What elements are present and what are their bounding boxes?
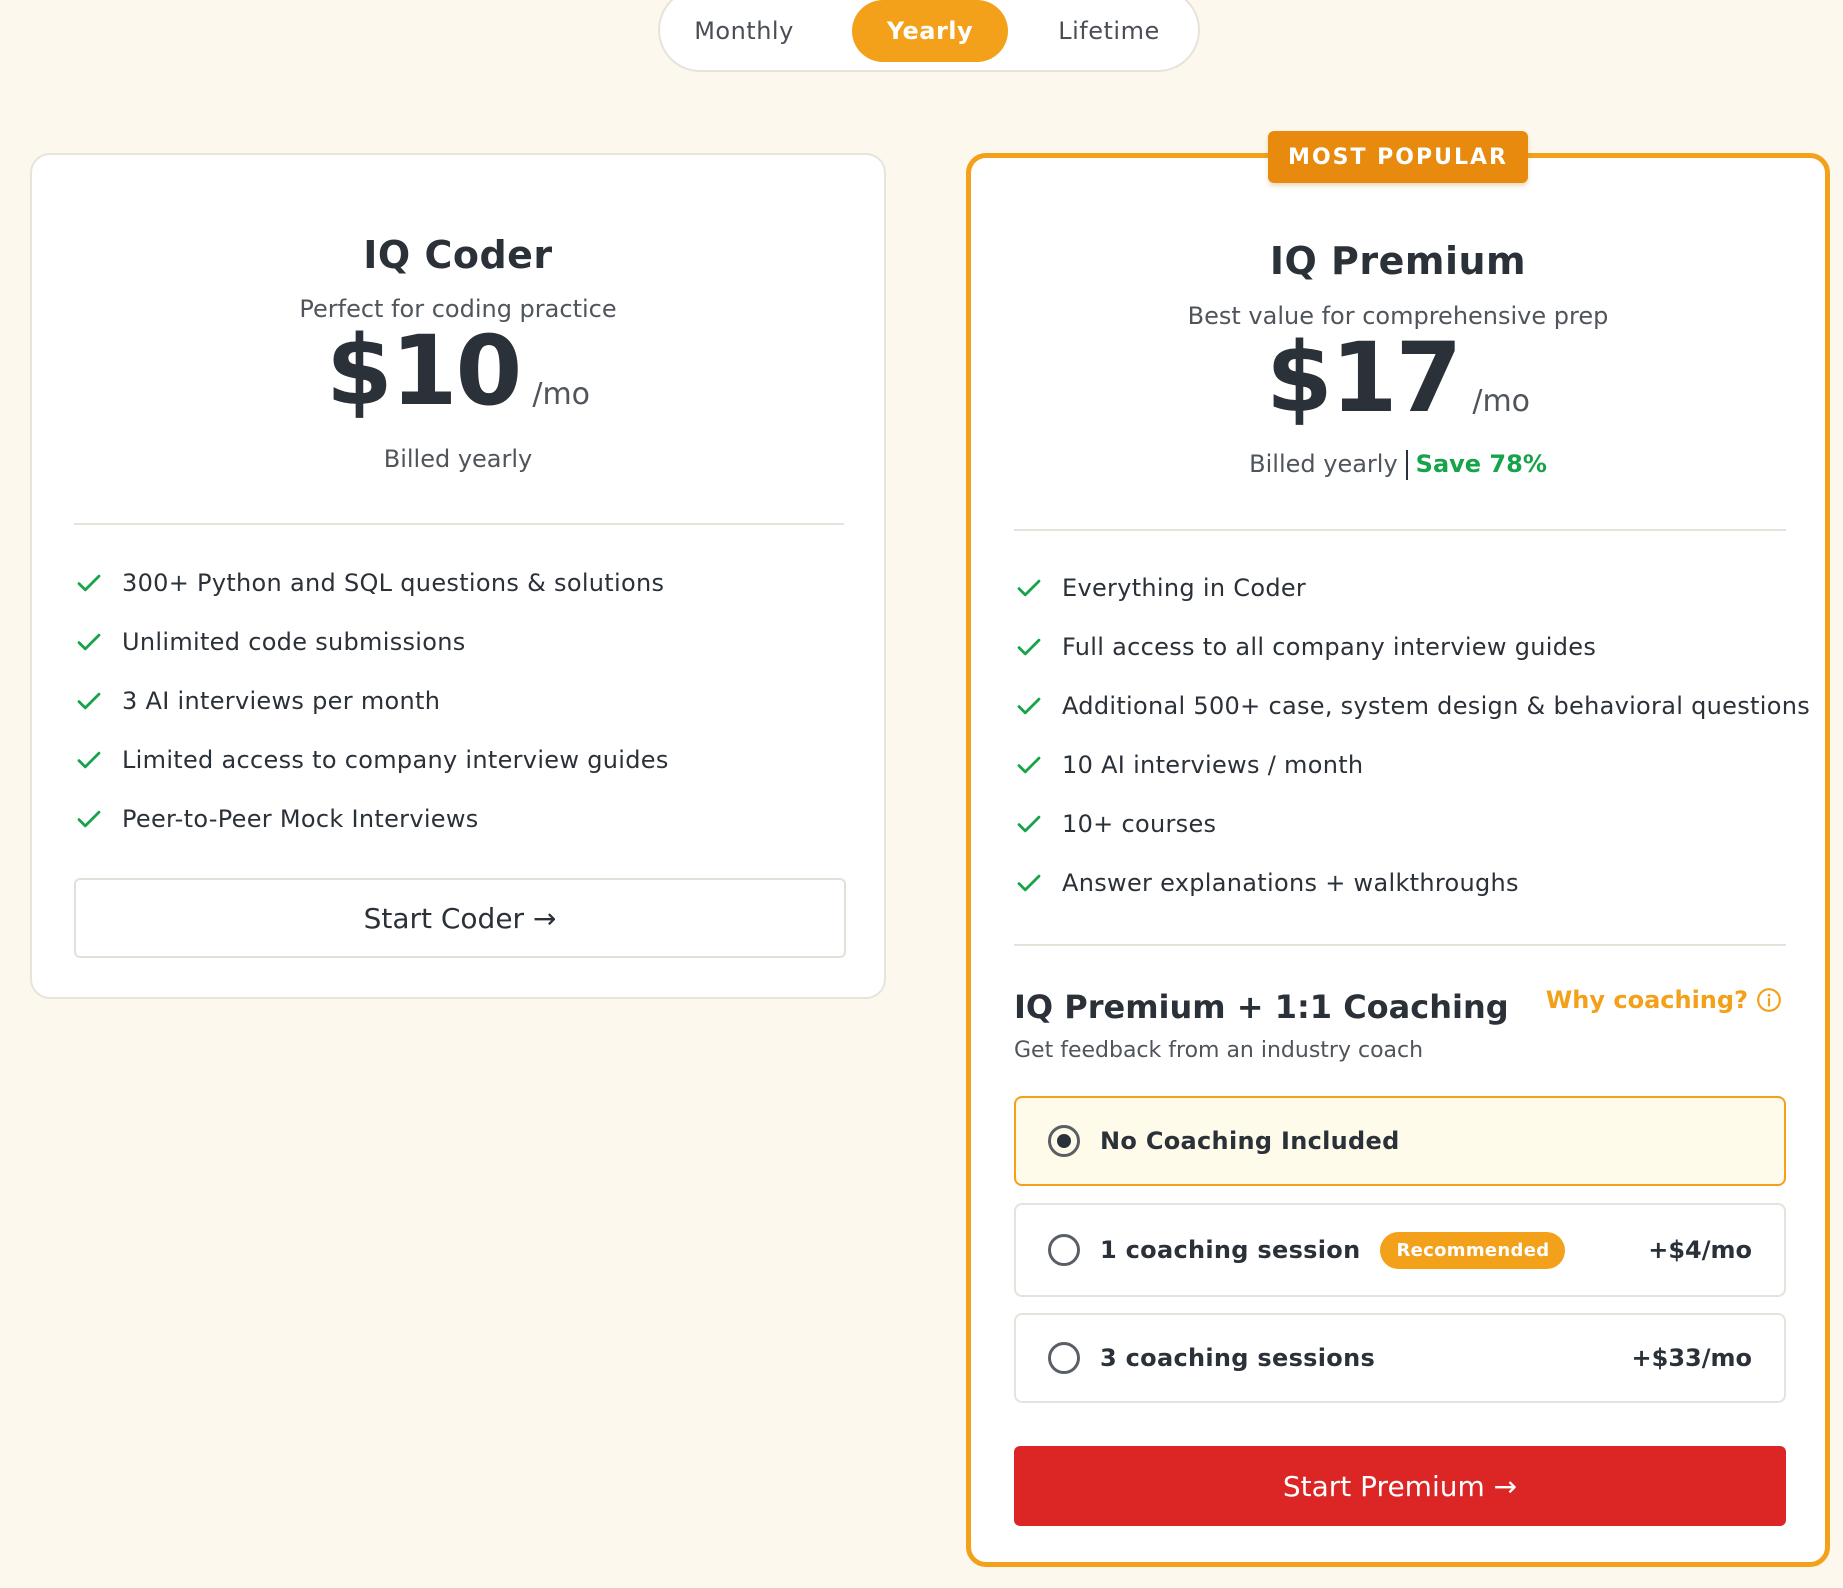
- billed-text: Billed yearly: [1249, 450, 1398, 478]
- option-label: 1 coaching session: [1100, 1236, 1361, 1264]
- feature-text: 10 AI interviews / month: [1062, 750, 1364, 779]
- toggle-yearly[interactable]: Yearly: [852, 0, 1008, 62]
- coaching-option-3-sessions[interactable]: 3 coaching sessions +$33/mo: [1014, 1313, 1786, 1403]
- feature-text: Limited access to company interview guid…: [122, 745, 669, 774]
- price-row: $17 /mo: [971, 322, 1825, 434]
- check-icon: [1017, 697, 1041, 714]
- plan-title: IQ Premium: [1269, 239, 1527, 283]
- coaching-subtitle: Get feedback from an industry coach: [1014, 1038, 1424, 1063]
- feature-item: Peer-to-Peer Mock Interviews: [74, 789, 669, 848]
- info-icon: [1757, 988, 1781, 1012]
- feature-text: Additional 500+ case, system design & be…: [1062, 691, 1811, 720]
- price-amount: $17: [1265, 322, 1462, 434]
- feature-text: Peer-to-Peer Mock Interviews: [122, 804, 479, 833]
- price-period: /mo: [532, 377, 591, 412]
- radio-icon: [1048, 1342, 1080, 1374]
- radio-icon: [1048, 1234, 1080, 1266]
- plan-card-coder: IQ Coder Perfect for coding practice $10…: [30, 153, 886, 999]
- feature-item: Unlimited code submissions: [74, 612, 669, 671]
- divider: [74, 523, 844, 525]
- check-icon: [77, 810, 101, 827]
- feature-list: 300+ Python and SQL questions & solution…: [74, 553, 669, 848]
- feature-item: Answer explanations + walkthroughs: [1014, 853, 1810, 912]
- feature-list: Everything in Coder Full access to all c…: [1014, 558, 1810, 912]
- feature-item: Full access to all company interview gui…: [1014, 617, 1810, 676]
- feature-text: 300+ Python and SQL questions & solution…: [122, 568, 665, 597]
- check-icon: [77, 751, 101, 768]
- billing-note: Billed yearly: [32, 445, 884, 473]
- feature-item: Everything in Coder: [1014, 558, 1810, 617]
- billing-toggle: Monthly Yearly Lifetime: [658, 0, 1200, 72]
- start-coder-button[interactable]: Start Coder →: [74, 878, 846, 958]
- feature-item: Limited access to company interview guid…: [74, 730, 669, 789]
- feature-text: 10+ courses: [1062, 809, 1217, 838]
- plan-title: IQ Coder: [363, 233, 553, 277]
- divider: [1014, 944, 1786, 946]
- coaching-option-1-session[interactable]: 1 coaching session Recommended +$4/mo: [1014, 1203, 1786, 1297]
- radio-selected-icon: [1048, 1125, 1080, 1157]
- start-premium-button[interactable]: Start Premium →: [1014, 1446, 1786, 1526]
- feature-text: Answer explanations + walkthroughs: [1062, 868, 1519, 897]
- option-label: 3 coaching sessions: [1100, 1344, 1376, 1372]
- feature-text: Everything in Coder: [1062, 573, 1307, 602]
- feature-item: 10+ courses: [1014, 794, 1810, 853]
- toggle-lifetime[interactable]: Lifetime: [1042, 0, 1176, 62]
- feature-item: 300+ Python and SQL questions & solution…: [74, 553, 669, 612]
- feature-text: 3 AI interviews per month: [122, 686, 441, 715]
- check-icon: [77, 692, 101, 709]
- feature-item: 10 AI interviews / month: [1014, 735, 1810, 794]
- check-icon: [1017, 815, 1041, 832]
- price-period: /mo: [1472, 384, 1531, 419]
- toggle-monthly[interactable]: Monthly: [680, 0, 808, 62]
- price-row: $10 /mo: [32, 315, 884, 427]
- why-coaching-text: Why coaching?: [1545, 986, 1748, 1014]
- option-price: +$33/mo: [1631, 1344, 1752, 1372]
- check-icon: [1017, 874, 1041, 891]
- coaching-title: IQ Premium + 1:1 Coaching: [1014, 988, 1509, 1026]
- billing-note: Billed yearly Save 78%: [971, 450, 1825, 480]
- divider: [1014, 529, 1786, 531]
- check-icon: [1017, 756, 1041, 773]
- separator: [1405, 450, 1408, 480]
- price-amount: $10: [325, 315, 522, 427]
- check-icon: [1017, 638, 1041, 655]
- option-label: No Coaching Included: [1100, 1127, 1400, 1155]
- why-coaching-link[interactable]: Why coaching?: [1546, 986, 1782, 1014]
- save-percent: Save 78%: [1415, 450, 1547, 478]
- most-popular-badge: MOST POPULAR: [1268, 131, 1528, 183]
- coaching-option-none[interactable]: No Coaching Included: [1014, 1096, 1786, 1186]
- billed-text: Billed yearly: [383, 445, 533, 473]
- feature-item: Additional 500+ case, system design & be…: [1014, 676, 1810, 735]
- feature-text: Full access to all company interview gui…: [1062, 632, 1597, 661]
- radio-dot: [1057, 1134, 1071, 1148]
- check-icon: [77, 574, 101, 591]
- option-price: +$4/mo: [1648, 1236, 1752, 1264]
- feature-text: Unlimited code submissions: [122, 627, 466, 656]
- check-icon: [1017, 579, 1041, 596]
- plan-card-premium: IQ Premium Best value for comprehensive …: [966, 153, 1830, 1567]
- feature-item: 3 AI interviews per month: [74, 671, 669, 730]
- recommended-badge: Recommended: [1380, 1231, 1566, 1269]
- check-icon: [77, 633, 101, 650]
